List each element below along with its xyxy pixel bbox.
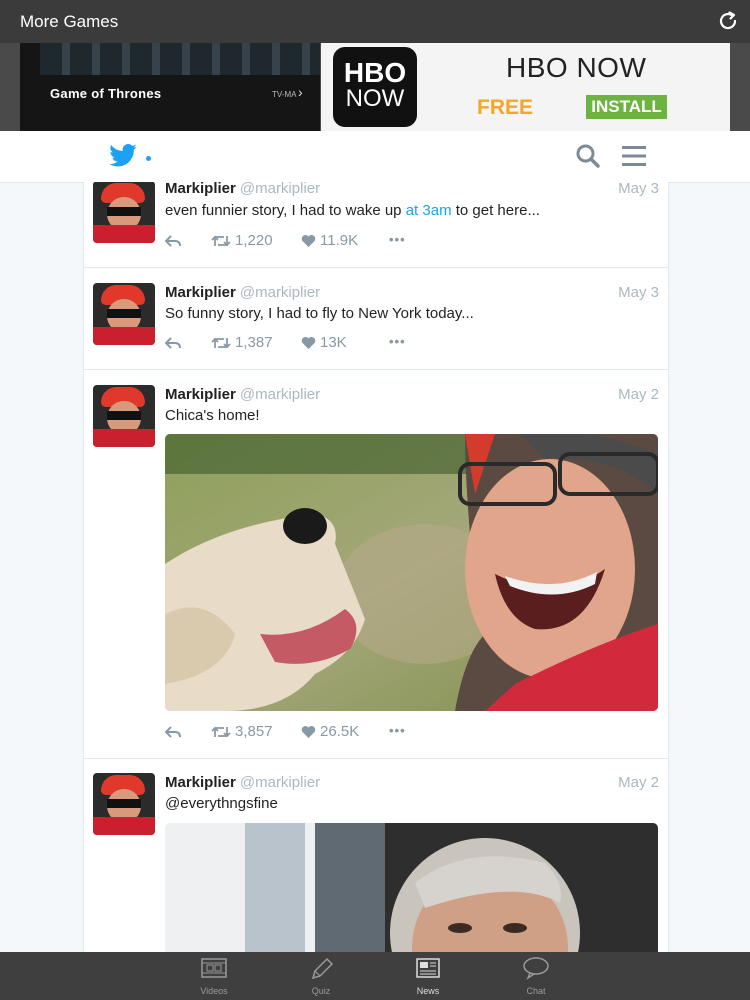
twitter-header (0, 131, 750, 183)
tweet-handle: @markiplier (239, 284, 321, 301)
install-button[interactable]: INSTALL (586, 95, 667, 119)
tweet-author-name: Markiplier (165, 182, 236, 197)
retweet-button[interactable]: 1,220 (211, 232, 273, 249)
tweet-author-name: Markiplier (165, 386, 236, 403)
logo-line-2: NOW (345, 85, 405, 112)
tweet[interactable]: Markiplier @markiplier May 2 @everythngsf… (84, 759, 668, 952)
logo-line-1: HBO (343, 57, 407, 88)
avatar[interactable] (93, 385, 155, 447)
tab-label: News (416, 986, 440, 996)
notification-dot (146, 156, 151, 161)
pencil-icon (311, 957, 334, 980)
like-count: 26.5K (320, 723, 360, 740)
retweet-count: 3,857 (235, 723, 273, 740)
top-bar: More Games (0, 0, 750, 43)
tweet-actions: 1,387 13K ••• (164, 334, 465, 354)
film-icon (201, 958, 227, 978)
retweet-button[interactable]: 3,857 (211, 723, 273, 740)
chat-bubble-icon (523, 957, 549, 980)
tweet-date[interactable]: May 2 (618, 774, 659, 791)
tweet-author[interactable]: Markiplier @markiplier (165, 774, 320, 791)
tweet-date[interactable]: May 3 (618, 182, 659, 197)
reply-icon[interactable] (164, 232, 185, 249)
more-options-icon[interactable]: ••• (389, 723, 406, 738)
avatar[interactable] (93, 283, 155, 345)
tweet-author[interactable]: Markiplier @markiplier (165, 386, 320, 403)
like-button[interactable]: 13K (301, 334, 347, 351)
tab-chat[interactable]: Chat (506, 952, 566, 1000)
twitter-bird-icon[interactable] (108, 141, 138, 171)
tweet-author[interactable]: Markiplier @markiplier (165, 182, 320, 197)
tweet[interactable]: Markiplier @markiplier May 3 even funnier… (84, 182, 668, 268)
ad-banner[interactable]: Game of Thrones TV-MA › ✕ ▷ HBO NOW HBO … (0, 43, 750, 174)
heart-icon (301, 235, 316, 247)
tweet-text: even funnier story, I had to wake up at … (165, 202, 540, 219)
tweet-handle: @markiplier (239, 774, 321, 791)
tweet-date[interactable]: May 2 (618, 386, 659, 403)
tweet-text-part: to get here... (451, 202, 540, 219)
menu-icon[interactable] (621, 145, 647, 167)
like-count: 11.9K (320, 232, 359, 249)
ad-show-panel[interactable]: Game of Thrones TV-MA › (20, 43, 320, 131)
tweet-actions: 3,857 26.5K ••• (164, 723, 465, 743)
tweet-date[interactable]: May 3 (618, 284, 659, 301)
tweet-text-part: even funnier story, I had to wake up (165, 202, 406, 219)
tweet-handle: @markiplier (239, 386, 321, 403)
retweet-icon (211, 337, 231, 349)
tweet-handle: @markiplier (239, 182, 321, 197)
avatar[interactable] (93, 773, 155, 835)
search-icon[interactable] (575, 143, 601, 169)
heart-icon (301, 726, 316, 738)
old-man-image (165, 823, 658, 952)
heart-icon (301, 337, 316, 349)
reply-icon[interactable] (164, 723, 185, 740)
tweet-author[interactable]: Markiplier @markiplier (165, 284, 320, 301)
tab-label: Quiz (311, 986, 331, 996)
retweet-count: 1,220 (235, 232, 273, 249)
tweet-text: @everythngsfine (165, 795, 278, 812)
tweet-photo[interactable] (165, 434, 658, 711)
tweet-actions: 1,220 11.9K ••• (164, 232, 465, 252)
bottom-tab-bar: Videos Quiz News Chat (0, 952, 750, 1000)
tweet[interactable]: Markiplier @markiplier May 3 So funny sto… (84, 268, 668, 370)
ad-rating: TV-MA (272, 90, 297, 99)
tweet[interactable]: Markiplier @markiplier May 2 Chica's home… (84, 370, 668, 759)
hbo-now-logo: HBO NOW (333, 47, 417, 127)
retweet-icon (211, 726, 231, 738)
tab-label: Chat (526, 986, 546, 996)
avatar[interactable] (93, 182, 155, 243)
tweet-link[interactable]: at 3am (406, 202, 452, 219)
reply-icon[interactable] (164, 334, 185, 351)
more-games-title[interactable]: More Games (20, 12, 118, 32)
dog-selfie-image (165, 434, 658, 711)
tweet-text: Chica's home! (165, 407, 260, 424)
tweet-author-name: Markiplier (165, 774, 236, 791)
tweet-author-name: Markiplier (165, 284, 236, 301)
tweet-photo[interactable] (165, 823, 658, 952)
tweet-timeline[interactable]: Markiplier @markiplier May 3 even funnier… (83, 182, 669, 952)
ad-cast-strip (40, 43, 320, 75)
ad-headline: HBO NOW (506, 52, 647, 83)
ad-free-label: FREE (477, 96, 534, 119)
tab-news[interactable]: News (398, 952, 458, 1000)
like-count: 13K (320, 334, 347, 351)
tweet-text: So funny story, I had to fly to New York… (165, 305, 474, 322)
ad-hbo-panel[interactable]: HBO NOW HBO NOW FREE INSTALL (321, 43, 730, 131)
like-button[interactable]: 26.5K (301, 723, 359, 740)
newspaper-icon (416, 958, 440, 978)
more-options-icon[interactable]: ••• (389, 232, 406, 247)
retweet-icon (211, 235, 231, 247)
more-options-icon[interactable]: ••• (389, 334, 406, 349)
tab-label: Videos (200, 986, 228, 996)
like-button[interactable]: 11.9K (301, 232, 358, 249)
tab-quiz[interactable]: Quiz (291, 952, 351, 1000)
retweet-count: 1,387 (235, 334, 273, 351)
ad-show-title: Game of Thrones (50, 86, 162, 101)
retweet-button[interactable]: 1,387 (211, 334, 273, 351)
chevron-right-icon: › (298, 84, 303, 100)
refresh-icon[interactable] (716, 9, 740, 33)
tab-videos[interactable]: Videos (184, 952, 244, 1000)
